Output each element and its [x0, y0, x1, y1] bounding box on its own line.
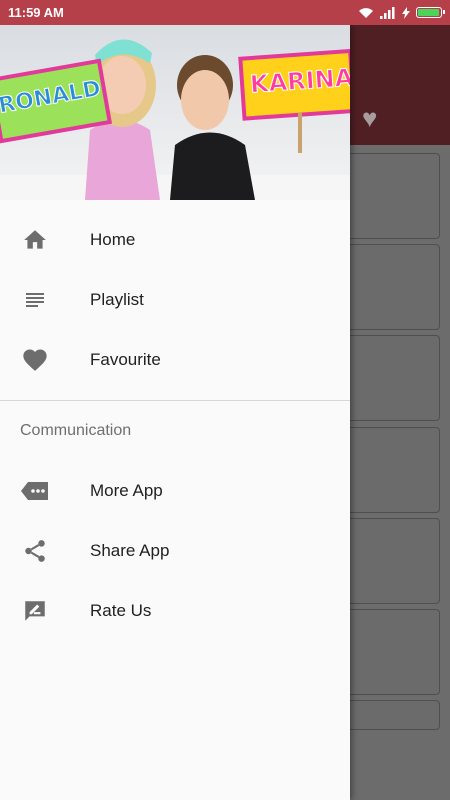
menu-label-home: Home [90, 230, 136, 249]
menu-label-more-app: More App [90, 481, 163, 500]
menu-label-favourite: Favourite [90, 350, 161, 369]
status-time: 11:59 AM [8, 5, 64, 20]
playlist-icon [20, 285, 50, 315]
home-icon [20, 225, 50, 255]
status-icons [358, 6, 445, 19]
section-title-communication: Communication [20, 422, 132, 439]
share-icon [20, 536, 50, 566]
heart-icon [20, 345, 50, 375]
menu-item-share-app[interactable]: Share App [0, 521, 350, 581]
video-card[interactable] [345, 609, 440, 695]
menu-item-playlist[interactable]: Playlist [0, 270, 350, 330]
video-card[interactable] [345, 244, 440, 330]
video-card[interactable] [345, 518, 440, 604]
video-card[interactable] [345, 335, 440, 421]
menu-item-favourite[interactable]: Favourite [0, 330, 350, 390]
drawer-header-image: RONALD KARINA [0, 25, 350, 200]
header-illustration [0, 25, 350, 200]
navigation-drawer: RONALD KARINA Home Playlist Favourite Co… [0, 25, 350, 800]
status-bar: 11:59 AM [0, 0, 450, 25]
charging-icon [402, 6, 410, 19]
battery-fill [418, 9, 439, 16]
battery-icon [416, 7, 445, 18]
menu-item-home[interactable]: Home [0, 210, 350, 270]
wifi-icon [359, 7, 373, 18]
menu-item-more-app[interactable]: More App [0, 461, 350, 521]
menu-divider [0, 400, 350, 401]
signal-icon [380, 6, 395, 19]
more-icon [20, 476, 50, 506]
video-card[interactable] [345, 700, 440, 730]
rate-icon [20, 596, 50, 626]
menu-label-playlist: Playlist [90, 290, 144, 309]
menu-label-rate-us: Rate Us [90, 601, 152, 620]
video-card[interactable] [345, 427, 440, 513]
video-card[interactable] [345, 153, 440, 239]
menu-label-share-app: Share App [90, 541, 170, 560]
menu-item-rate-us[interactable]: Rate Us [0, 581, 350, 641]
favorite-heart-icon[interactable]: ♥ [362, 103, 377, 134]
